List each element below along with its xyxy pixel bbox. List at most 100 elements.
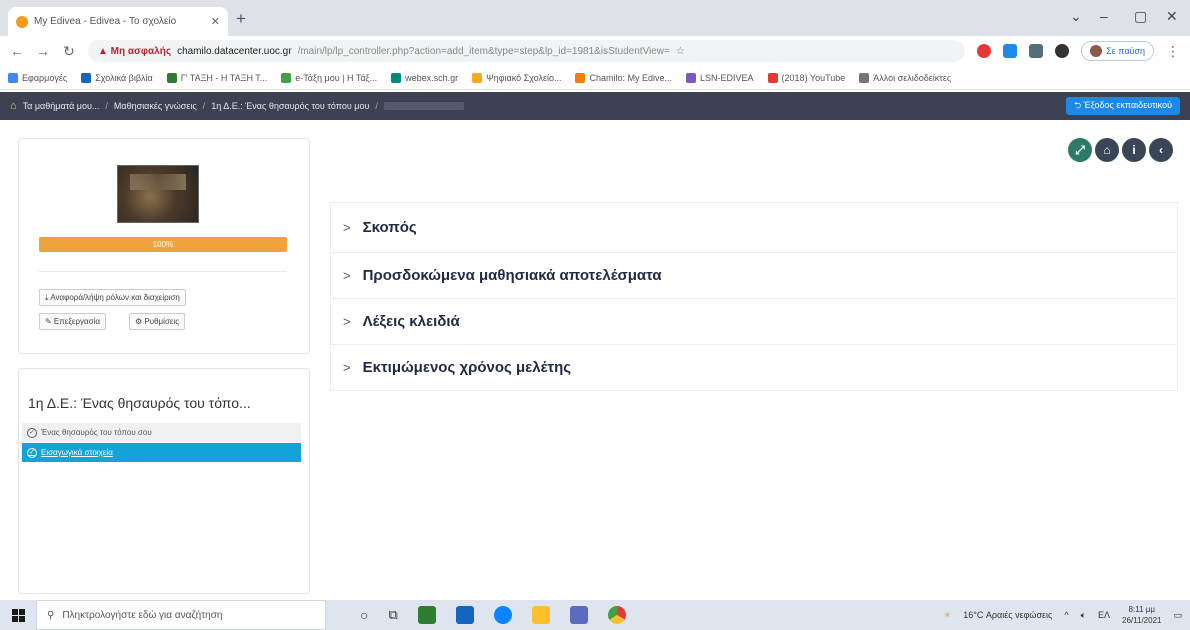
bookmark-item[interactable]: (2018) YouTube <box>767 72 846 83</box>
new-tab-button[interactable]: + <box>236 9 246 29</box>
exit-teacher-button[interactable]: ⮌ Έξοδος εκπαιδευτικού <box>1065 97 1180 115</box>
bookmark-icon <box>166 72 177 83</box>
expand-icon[interactable]: ⤢ <box>1068 138 1092 162</box>
bookmark-item[interactable]: Εφαρμογές <box>8 72 68 83</box>
tab-search-icon[interactable]: ⌄ <box>1070 8 1082 25</box>
breadcrumb: ⌂ Τα μαθήματά μου... / Μαθησιακές γνώσει… <box>10 100 464 112</box>
breadcrumb-item[interactable]: Μαθησιακές γνώσεις <box>114 101 197 111</box>
home-icon[interactable]: ⌂ <box>10 100 17 112</box>
bookmark-label: Άλλοι σελιδοδείκτες <box>873 72 952 83</box>
cortana-icon[interactable]: ○ <box>360 607 368 623</box>
accordion-item-study-time[interactable]: > Εκτιμώμενος χρόνος μελέτης <box>330 345 1178 391</box>
back-icon[interactable]: ‹ <box>1149 138 1173 162</box>
clock-time: 8:11 μμ <box>1128 605 1155 614</box>
chevron-up-icon[interactable]: ^ <box>1064 610 1068 620</box>
reload-icon[interactable]: ↻ <box>62 43 76 60</box>
accordion-item-purpose[interactable]: > Σκοπός <box>330 203 1178 253</box>
lp-item-label: Ένας θησαυρός του τόπου σου <box>41 428 152 437</box>
notifications-icon[interactable]: ▭ <box>1173 610 1182 621</box>
profile-button[interactable]: Σε παύση <box>1081 41 1154 61</box>
download-report-button[interactable]: ⤓ Αναφορά/λήψη ρόλων και διαχείριση <box>39 289 186 306</box>
breadcrumb-item[interactable]: 1η Δ.Ε.: Ένας θησαυρός του τόπου μου <box>211 101 369 111</box>
chevron-right-icon: > <box>343 220 351 235</box>
bookmark-item[interactable]: Chamilo: My Edive... <box>575 72 672 83</box>
app-icon[interactable] <box>417 606 436 624</box>
bookmark-item[interactable]: Σχολικά βιβλία <box>81 72 153 83</box>
bookmark-icon <box>575 72 586 83</box>
breadcrumb-separator: / <box>375 101 378 111</box>
extension-icon[interactable] <box>1029 44 1044 58</box>
url-path: /main/lp/lp_controller.php?action=add_it… <box>297 45 670 57</box>
clock[interactable]: 8:11 μμ 26/11/2021 <box>1122 604 1161 626</box>
bookmark-star-icon[interactable]: ☆ <box>676 46 685 57</box>
file-explorer-icon[interactable] <box>531 606 550 624</box>
bookmark-icon <box>281 72 292 83</box>
accordion-label: Λέξεις κλειδιά <box>362 313 460 330</box>
check-circle-icon: ✓ <box>27 447 37 458</box>
profile-label: Σε παύση <box>1106 46 1145 56</box>
tab-close-icon[interactable]: ✕ <box>211 15 220 28</box>
bookmarks-bar: Εφαρμογές Σχολικά βιβλία Γ' ΤΑΞΗ - Η ΤΑΞΗ … <box>0 66 1190 90</box>
weather-icon[interactable]: ☀ <box>943 610 951 621</box>
task-view-icon[interactable]: ⧉ <box>388 607 397 623</box>
maximize-button[interactable]: ▢ <box>1134 8 1147 25</box>
windows-start-icon[interactable] <box>0 608 36 622</box>
bookmark-icon <box>472 72 483 83</box>
bookmark-icon <box>8 72 18 83</box>
info-icon[interactable]: i <box>1122 138 1146 162</box>
store-icon[interactable] <box>455 606 474 624</box>
home-icon[interactable]: ⌂ <box>1095 138 1119 162</box>
settings-button[interactable]: ⚙ Ρυθμίσεις <box>129 313 186 330</box>
bookmark-icon <box>391 72 402 83</box>
bookmark-label: LSN-EDIVEA <box>700 72 754 83</box>
bookmark-item[interactable]: Γ' ΤΑΞΗ - Η ΤΑΞΗ Τ... <box>166 72 268 83</box>
bookmark-icon <box>81 72 92 83</box>
lp-item[interactable]: ✓ Ένας θησαυρός του τόπου σου <box>22 423 301 442</box>
windows-taskbar: ⚲ Πληκτρολογήστε εδώ για αναζήτηση ○ ⧉ ☀… <box>0 600 1190 630</box>
chevron-right-icon: > <box>343 314 351 329</box>
bookmark-label: e-Τάξη μου | Η Τάξ... <box>295 72 378 83</box>
weather-text[interactable]: 16°C Αραιές νεφώσεις <box>963 610 1052 620</box>
site-navbar: ⌂ Τα μαθήματά μου... / Μαθησιακές γνώσει… <box>0 92 1190 120</box>
bookmark-item[interactable]: Άλλοι σελιδοδείκτες <box>859 72 952 83</box>
divider <box>39 271 287 272</box>
volume-icon[interactable]: 🔈︎ <box>1081 610 1086 621</box>
bookmark-item[interactable]: e-Τάξη μου | Η Τάξ... <box>281 72 378 83</box>
extensions-puzzle-icon[interactable] <box>1055 44 1070 58</box>
accordion-label: Εκτιμώμενος χρόνος μελέτης <box>362 359 572 376</box>
opera-extension-icon[interactable] <box>977 44 992 58</box>
bookmark-label: Γ' ΤΑΞΗ - Η ΤΑΞΗ Τ... <box>180 72 268 83</box>
accordion-item-keywords[interactable]: > Λέξεις κλειδιά <box>330 299 1178 345</box>
bookmark-icon <box>767 72 778 83</box>
progress-bar: 100% <box>39 237 287 252</box>
taskbar-search[interactable]: ⚲ Πληκτρολογήστε εδώ για αναζήτηση <box>36 600 326 630</box>
breadcrumb-separator: / <box>105 101 108 111</box>
bookmark-item[interactable]: Ψηφιακό Σχολείο... <box>472 72 561 83</box>
browser-tab[interactable]: My Edivea - Edivea - Το σχολείο ✕ <box>8 7 228 36</box>
menu-kebab-icon[interactable]: ⋮ <box>1166 43 1180 60</box>
minimize-button[interactable]: – <box>1100 8 1108 24</box>
lp-item-label: Εισαγωγικά στοιχεία <box>41 448 113 457</box>
language-indicator[interactable]: ΕΛ <box>1098 610 1110 620</box>
edit-button[interactable]: ✎ Επεξεργασία <box>39 313 107 330</box>
browser-tab-bar: My Edivea - Edivea - Το σχολείο ✕ + ⌄ – … <box>0 0 1190 36</box>
bookmark-label: (2018) YouTube <box>781 72 846 83</box>
chevron-right-icon: > <box>343 268 351 283</box>
chrome-icon[interactable] <box>607 606 626 624</box>
bookmark-label: Σχολικά βιβλία <box>95 72 153 83</box>
address-bar[interactable]: ▲ Μη ασφαλής chamilo.datacenter.uoc.gr /… <box>88 40 966 62</box>
accordion-item-outcomes[interactable]: > Προσδοκώμενα μαθησιακά αποτελέσματα <box>330 253 1178 299</box>
back-arrow-icon[interactable]: ← <box>10 43 24 59</box>
close-window-button[interactable]: ✕ <box>1166 8 1178 25</box>
edge-icon[interactable] <box>493 606 512 624</box>
app-icon[interactable] <box>569 606 588 624</box>
not-secure-badge[interactable]: ▲ Μη ασφαλής <box>98 46 171 57</box>
course-image <box>117 165 199 223</box>
extension-icon[interactable] <box>1003 44 1018 58</box>
bookmark-item[interactable]: LSN-EDIVEA <box>686 72 754 83</box>
lp-item-active[interactable]: ✓ Εισαγωγικά στοιχεία <box>22 443 301 462</box>
bookmark-label: Εφαρμογές <box>22 72 68 83</box>
forward-arrow-icon[interactable]: → <box>36 43 50 59</box>
breadcrumb-item[interactable]: Τα μαθήματά μου... <box>23 101 100 111</box>
bookmark-item[interactable]: webex.sch.gr <box>391 72 458 83</box>
